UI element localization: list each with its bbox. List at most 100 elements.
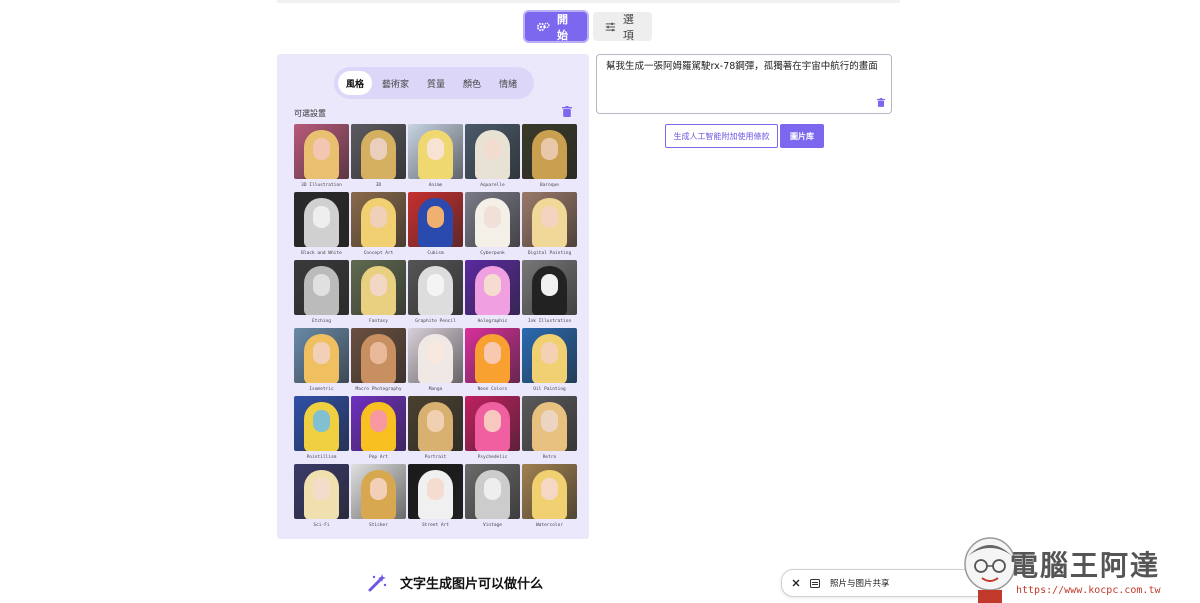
- image-icon: [810, 578, 820, 588]
- style-option[interactable]: Neon Colors: [465, 328, 520, 396]
- style-label: 3D Illustration: [301, 183, 342, 188]
- style-label: Sci-Fi: [313, 523, 330, 528]
- portrait-face: [313, 206, 330, 228]
- style-thumbnail: [294, 260, 349, 315]
- subtab-mood[interactable]: 情緒: [491, 71, 525, 95]
- style-label: Retro: [542, 455, 557, 460]
- trash-icon[interactable]: [562, 106, 572, 117]
- style-thumbnail: [351, 396, 406, 451]
- portrait-face: [427, 274, 444, 296]
- tab-start[interactable]: 開始: [525, 12, 587, 42]
- optional-settings-label: 可選設置: [294, 109, 326, 118]
- panel-sub-tabs: 風格 藝術家 質量 顏色 情緒: [334, 67, 534, 99]
- style-option[interactable]: Macro Photography: [351, 328, 406, 396]
- style-thumbnail: [294, 396, 349, 451]
- style-option[interactable]: Digital Painting: [522, 192, 577, 260]
- style-thumbnail: [465, 260, 520, 315]
- style-option[interactable]: Aquarelle: [465, 124, 520, 192]
- sliders-icon: [605, 22, 616, 31]
- style-option[interactable]: 3D Illustration: [294, 124, 349, 192]
- style-option[interactable]: Pop Art: [351, 396, 406, 464]
- style-label: Digital Painting: [527, 251, 572, 256]
- close-icon[interactable]: [792, 579, 800, 587]
- style-option[interactable]: Sci-Fi: [294, 464, 349, 532]
- subtab-quality[interactable]: 質量: [419, 71, 453, 95]
- style-option[interactable]: Oil Painting: [522, 328, 577, 396]
- style-label: Pop Art: [369, 455, 388, 460]
- style-option[interactable]: Fantasy: [351, 260, 406, 328]
- tab-options[interactable]: 選項: [593, 12, 652, 42]
- style-option[interactable]: Black and White: [294, 192, 349, 260]
- style-option[interactable]: Vintage: [465, 464, 520, 532]
- section-heading: 文字生成图片可以做什么: [368, 573, 543, 592]
- style-label: Manga: [428, 387, 443, 392]
- style-option[interactable]: Pointillism: [294, 396, 349, 464]
- style-option[interactable]: Portrait: [408, 396, 463, 464]
- portrait-face: [484, 274, 501, 296]
- style-option[interactable]: Concept Art: [351, 192, 406, 260]
- style-label: Cubism: [427, 251, 444, 256]
- portrait-face: [541, 274, 558, 296]
- style-option[interactable]: Anime: [408, 124, 463, 192]
- style-thumbnail: [522, 464, 577, 519]
- style-option[interactable]: 3D: [351, 124, 406, 192]
- style-option[interactable]: Watercolor: [522, 464, 577, 532]
- portrait-face: [427, 478, 444, 500]
- section-title: 文字生成图片可以做什么: [400, 577, 544, 592]
- style-option[interactable]: Psychedelic: [465, 396, 520, 464]
- portrait-face: [370, 342, 387, 364]
- style-label: Concept Art: [363, 251, 394, 256]
- portrait-face: [484, 342, 501, 364]
- terms-button[interactable]: 生成人工智能附加使用條款: [665, 124, 778, 148]
- style-label: Fantasy: [369, 319, 388, 324]
- toast-text: 照片与图片共享: [830, 579, 890, 589]
- style-label: Anime: [428, 183, 443, 188]
- style-option[interactable]: Sticker: [351, 464, 406, 532]
- style-label: Black and White: [301, 251, 342, 256]
- mode-tabs: 開始 選項: [525, 12, 652, 42]
- style-thumbnail: [465, 124, 520, 179]
- style-label: Isometric: [309, 387, 334, 392]
- style-option[interactable]: Manga: [408, 328, 463, 396]
- gallery-button[interactable]: 圖片库: [780, 124, 824, 148]
- style-label: Neon Colors: [477, 387, 508, 392]
- subtab-color[interactable]: 顏色: [455, 71, 489, 95]
- magic-wand-icon: [368, 574, 387, 592]
- style-label: Holographic: [477, 319, 508, 324]
- style-option[interactable]: Holographic: [465, 260, 520, 328]
- prompt-input[interactable]: 幫我生成一張阿姆羅駕駛rx-78鋼彈，孤獨著在宇宙中航行的畫面: [596, 54, 892, 114]
- style-label: Etching: [312, 319, 331, 324]
- style-label: Portrait: [424, 455, 447, 460]
- style-option[interactable]: Cubism: [408, 192, 463, 260]
- style-option[interactable]: Retro: [522, 396, 577, 464]
- style-option[interactable]: Isometric: [294, 328, 349, 396]
- style-option[interactable]: Ink Illustration: [522, 260, 577, 328]
- clear-prompt-icon[interactable]: [877, 98, 885, 107]
- style-thumbnail: [522, 260, 577, 315]
- style-label: 3D: [375, 183, 382, 188]
- portrait-face: [484, 478, 501, 500]
- style-option[interactable]: Street Art: [408, 464, 463, 532]
- style-grid: 3D Illustration 3D Anime Aquarelle Baroque Bl…: [294, 124, 577, 532]
- portrait-face: [541, 342, 558, 364]
- style-option[interactable]: Etching: [294, 260, 349, 328]
- style-label: Oil Painting: [533, 387, 566, 392]
- style-label: Watercolor: [535, 523, 564, 528]
- style-option[interactable]: Graphite Pencil: [408, 260, 463, 328]
- style-thumbnail: [294, 124, 349, 179]
- style-thumbnail: [465, 464, 520, 519]
- portrait-face: [427, 410, 444, 432]
- subtab-style[interactable]: 風格: [338, 71, 373, 95]
- style-thumbnail: [408, 260, 463, 315]
- portrait-face: [313, 478, 330, 500]
- subtab-artist[interactable]: 藝術家: [374, 71, 417, 95]
- portrait-face: [313, 138, 330, 160]
- style-thumbnail: [465, 328, 520, 383]
- style-thumbnail: [351, 192, 406, 247]
- portrait-face: [370, 410, 387, 432]
- style-option[interactable]: Cyberpunk: [465, 192, 520, 260]
- style-label: Graphite Pencil: [415, 319, 456, 324]
- style-option[interactable]: Baroque: [522, 124, 577, 192]
- portrait-face: [370, 478, 387, 500]
- style-thumbnail: [294, 464, 349, 519]
